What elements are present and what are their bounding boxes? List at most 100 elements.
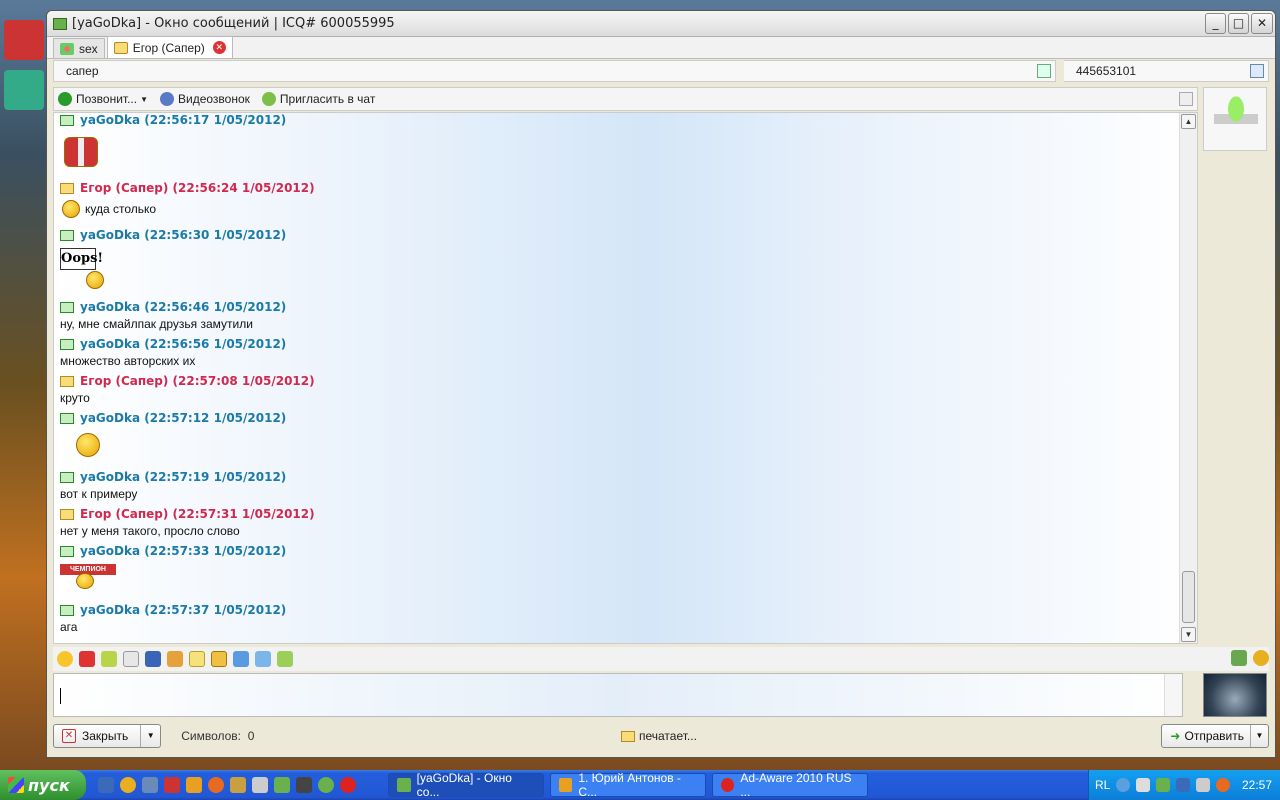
sender-icon	[60, 114, 74, 126]
desktop-icon[interactable]	[4, 20, 44, 60]
tools-icon[interactable]	[167, 651, 183, 667]
desktop-icon[interactable]	[4, 70, 44, 110]
chevron-down-icon[interactable]: ▼	[140, 725, 160, 747]
app-icon[interactable]	[252, 777, 268, 793]
collapse-icon[interactable]	[1179, 92, 1193, 106]
message-log[interactable]: yaGoDka (22:56:17 1/05/2012) Егор (Сапер…	[53, 112, 1198, 644]
input-scrollbar[interactable]	[1164, 674, 1182, 716]
arrow-right-icon: ➜	[1170, 729, 1181, 743]
chat-window: [yaGoDka] - Окно сообщений | ICQ# 600055…	[46, 10, 1276, 758]
app-icon[interactable]	[1136, 778, 1151, 792]
tab-bar: sex Егор (Сапер) ✕	[47, 36, 1275, 59]
opera-icon[interactable]	[1216, 778, 1231, 792]
chat-scrollbar[interactable]: ▲ ▼	[1179, 113, 1197, 643]
sticker-icon[interactable]	[79, 651, 95, 667]
invite-to-chat-button[interactable]: Пригласить в чат	[261, 92, 376, 106]
title-bar[interactable]: [yaGoDka] - Окно сообщений | ICQ# 600055…	[47, 11, 1275, 37]
icq-robot-icon[interactable]	[1214, 94, 1258, 144]
video-call-button[interactable]: Видеозвонок	[160, 92, 250, 106]
app-icon[interactable]	[142, 777, 158, 793]
arrow-left-icon[interactable]	[1116, 778, 1131, 792]
gear-icon[interactable]	[1253, 650, 1269, 666]
taskbar-item-adaware[interactable]: Ad-Aware 2010 RUS ...	[712, 771, 868, 799]
contact-icon	[113, 41, 128, 54]
taskbar-item-player[interactable]: 1. Юрий Антонов - С...	[550, 771, 706, 799]
send-label: Отправить	[1184, 729, 1244, 743]
contact-card-icon[interactable]	[1250, 64, 1264, 78]
language-indicator[interactable]: RL	[1095, 778, 1110, 792]
feather-icon[interactable]	[186, 777, 202, 793]
minimize-button[interactable]: _	[1205, 13, 1226, 34]
message-header: yaGoDka (22:56:56 1/05/2012)	[60, 337, 286, 351]
send-button[interactable]: ➜ Отправить ▼	[1161, 724, 1269, 748]
tools-icon[interactable]	[230, 777, 246, 793]
quick-launch	[98, 777, 356, 793]
scroll-thumb[interactable]	[1182, 571, 1195, 623]
chevron-down-icon[interactable]: ▼	[140, 95, 148, 104]
icq-icon[interactable]	[1156, 778, 1171, 792]
message-header: yaGoDka (22:56:30 1/05/2012)	[60, 228, 286, 242]
call-label: Позвонит...	[76, 92, 138, 106]
oops-sign-sticker: Oops!	[60, 248, 103, 270]
tab-label: Егор (Сапер)	[132, 40, 205, 55]
expand-icon[interactable]	[255, 651, 271, 667]
kb-icon[interactable]	[296, 777, 312, 793]
message-header: Егор (Сапер) (22:57:08 1/05/2012)	[60, 374, 315, 388]
color-icon[interactable]	[211, 651, 227, 667]
chevron-down-icon[interactable]: ▼	[1250, 725, 1268, 747]
scroll-up-icon[interactable]: ▲	[1181, 114, 1196, 129]
feather-icon	[559, 778, 573, 792]
app-icon[interactable]	[164, 777, 180, 793]
firefox-icon[interactable]	[208, 777, 224, 793]
message-text: круто	[60, 391, 90, 405]
scroll-down-icon[interactable]: ▼	[1181, 627, 1196, 642]
network-icon[interactable]	[1176, 778, 1191, 792]
calendar-icon[interactable]	[123, 651, 139, 667]
gift-icon[interactable]	[101, 651, 117, 667]
recycle-icon[interactable]	[274, 777, 290, 793]
volume-icon[interactable]	[1196, 778, 1211, 792]
sender-icon	[60, 545, 74, 557]
format-toolbar	[53, 647, 1269, 671]
close-chat-button[interactable]: ✕ Закрыть ▼	[53, 724, 162, 748]
invite-label: Пригласить в чат	[279, 92, 376, 106]
smiley-picker-icon[interactable]	[57, 651, 73, 667]
sender-icon	[60, 604, 74, 616]
folder-icon[interactable]	[277, 651, 293, 667]
spellcheck-icon[interactable]	[1231, 650, 1247, 666]
close-window-button[interactable]: ✕	[1251, 13, 1273, 34]
message-header: Егор (Сапер) (22:56:24 1/05/2012)	[60, 181, 315, 195]
contact-info-bar: сапер 445653101	[53, 60, 1269, 82]
clock: 22:57	[1241, 778, 1272, 792]
char-count: Символов: 0	[181, 729, 255, 743]
accordion-smiley-icon	[64, 137, 98, 167]
message-header: yaGoDka (22:57:19 1/05/2012)	[60, 470, 286, 484]
tab-egor[interactable]: Егор (Сапер) ✕	[106, 36, 233, 58]
font-icon[interactable]	[189, 651, 205, 667]
opera-icon[interactable]	[340, 777, 356, 793]
history-icon[interactable]	[1037, 64, 1051, 78]
desktop-icon[interactable]	[98, 777, 114, 793]
sender-icon	[60, 508, 74, 520]
message-text: куда столько	[85, 202, 157, 216]
message-header: yaGoDka (22:57:33 1/05/2012)	[60, 544, 286, 558]
close-tab-icon[interactable]: ✕	[212, 41, 226, 54]
tab-sex[interactable]: sex	[53, 38, 105, 58]
window-title: [yaGoDka] - Окно сообщений | ICQ# 600055…	[72, 16, 395, 31]
call-button[interactable]: Позвонит... ▼	[58, 92, 148, 106]
start-button[interactable]: пуск	[0, 770, 86, 800]
close-icon: ✕	[62, 729, 76, 743]
action-bar: Позвонит... ▼ Видеозвонок Пригласить в ч…	[53, 87, 1198, 111]
save-icon[interactable]	[145, 651, 161, 667]
sender-icon	[60, 375, 74, 387]
chrome-icon[interactable]	[120, 777, 136, 793]
message-text: ну, мне смайлпак друзья замутили	[60, 317, 253, 331]
maximize-button[interactable]: □	[1228, 13, 1249, 34]
message-input[interactable]	[53, 673, 1183, 717]
message-header: yaGoDka (22:57:37 1/05/2012)	[60, 603, 286, 617]
icq-icon[interactable]	[318, 777, 334, 793]
taskbar-item-chat[interactable]: [yaGoDka] - Окно со...	[388, 771, 544, 799]
tab-label: sex	[79, 41, 98, 56]
send-file-icon[interactable]	[233, 651, 249, 667]
icq-icon	[397, 778, 411, 792]
